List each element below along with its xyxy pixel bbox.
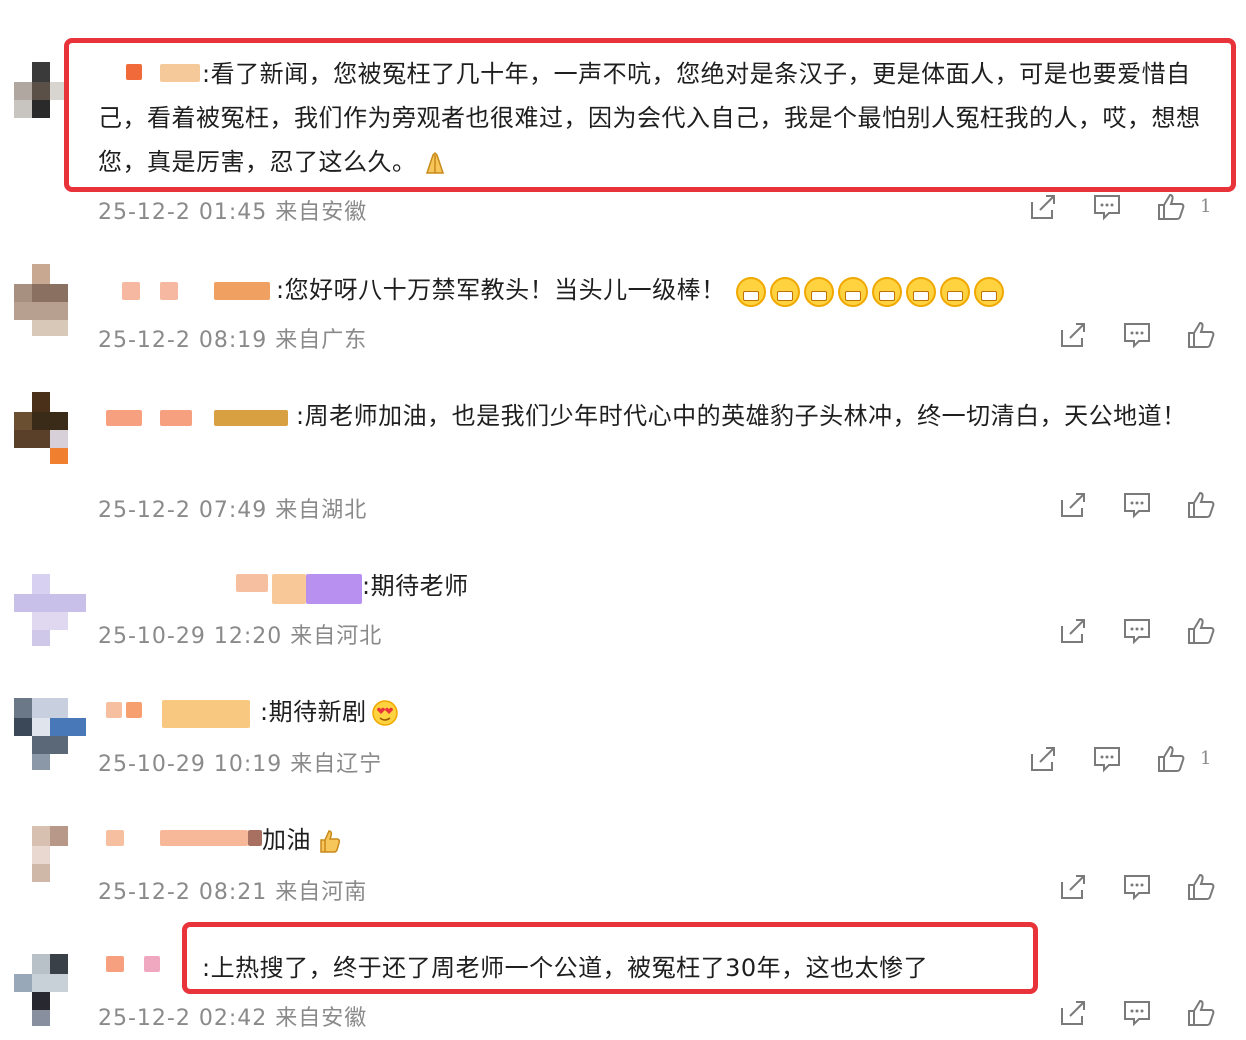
thumbs-up-emoji (320, 830, 341, 853)
comment-meta: 25-12-2 07:49 来自湖北 (98, 492, 367, 524)
heart-eyes-emoji (371, 700, 398, 726)
comment-actions (1058, 320, 1228, 352)
comment-icon[interactable] (1122, 872, 1152, 902)
comment-actions (1058, 998, 1228, 1030)
comment-actions (1058, 490, 1228, 522)
share-icon[interactable] (1058, 998, 1088, 1028)
avatar[interactable] (14, 264, 86, 344)
like-icon[interactable] (1156, 744, 1186, 774)
like-icon[interactable] (1186, 490, 1216, 520)
share-icon[interactable] (1058, 616, 1088, 646)
comment-text: :期待老师 (362, 572, 469, 600)
share-icon[interactable] (1028, 192, 1058, 222)
highlight-box (182, 922, 1038, 994)
avatar[interactable] (14, 392, 86, 472)
timestamp: 25-10-29 10:19 (98, 752, 283, 777)
location: 来自河北 (290, 624, 383, 649)
share-icon[interactable] (1058, 320, 1088, 350)
avatar[interactable] (14, 574, 86, 654)
share-icon[interactable] (1058, 872, 1088, 902)
share-icon[interactable] (1058, 490, 1088, 520)
comment-icon[interactable] (1122, 616, 1152, 646)
location: 来自辽宁 (290, 752, 383, 777)
comment-meta: 25-12-2 02:42 来自安徽 (98, 1000, 367, 1032)
comment-icon[interactable] (1122, 490, 1152, 520)
comment-item: :期待新剧 25-10-29 10:19 来自辽宁 1 (0, 670, 1246, 800)
timestamp: 25-12-2 02:42 (98, 1006, 268, 1031)
comment-actions (1058, 872, 1228, 904)
share-icon[interactable] (1028, 744, 1058, 774)
timestamp: 25-12-2 07:49 (98, 498, 268, 523)
comment-icon[interactable] (1092, 192, 1122, 222)
comment-text: :期待新剧 (260, 690, 860, 734)
like-icon[interactable] (1186, 998, 1216, 1028)
comment-icon[interactable] (1122, 998, 1152, 1028)
comment-item: 加油 25-12-2 08:21 来自河南 (0, 800, 1246, 920)
comment-text: 加油 (262, 818, 562, 862)
grin-emoji (734, 269, 1006, 313)
location: 来自安徽 (275, 1006, 368, 1031)
like-icon[interactable] (1156, 192, 1186, 222)
comment-item: :周老师加油，也是我们少年时代心中的英雄豹子头林冲，终一切清白，天公地道！ 25… (0, 370, 1246, 540)
comment-meta: 25-10-29 12:20 来自河北 (98, 618, 382, 650)
comment-text: :周老师加油，也是我们少年时代心中的英雄豹子头林冲，终一切清白，天公地道！ (296, 402, 1187, 430)
comment-meta: 25-10-29 10:19 来自辽宁 (98, 746, 382, 778)
comment-icon[interactable] (1122, 320, 1152, 350)
like-icon[interactable] (1186, 616, 1216, 646)
like-count: 1 (1200, 748, 1212, 769)
comment-actions: 1 (1028, 192, 1228, 224)
comment-actions: 1 (1028, 744, 1228, 776)
highlight-box (64, 38, 1236, 192)
comment-meta: 25-12-2 08:19 来自广东 (98, 322, 367, 354)
timestamp: 25-12-2 08:19 (98, 328, 268, 353)
comment-actions (1058, 616, 1228, 648)
location: 来自安徽 (275, 200, 368, 225)
comment-meta: 25-12-2 08:21 来自河南 (98, 874, 367, 906)
comment-text: :您好呀八十万禁军教头！当头儿一级棒！ (276, 268, 1216, 313)
comment-meta: 25-12-2 01:45 来自安徽 (98, 194, 367, 226)
comment-icon[interactable] (1092, 744, 1122, 774)
location: 来自广东 (275, 328, 368, 353)
timestamp: 25-12-2 01:45 (98, 200, 268, 225)
avatar[interactable] (14, 826, 86, 906)
location: 来自河南 (275, 880, 368, 905)
timestamp: 25-12-2 08:21 (98, 880, 268, 905)
like-count: 1 (1200, 196, 1212, 217)
comment-item: :期待老师 25-10-29 12:20 来自河北 (0, 540, 1246, 670)
timestamp: 25-10-29 12:20 (98, 624, 283, 649)
avatar[interactable] (14, 954, 86, 1034)
comment-item: :您好呀八十万禁军教头！当头儿一级棒！ 25-12-2 08:19 来自广东 (0, 240, 1246, 370)
like-icon[interactable] (1186, 872, 1216, 902)
like-icon[interactable] (1186, 320, 1216, 350)
location: 来自湖北 (275, 498, 368, 523)
avatar[interactable] (14, 698, 86, 778)
